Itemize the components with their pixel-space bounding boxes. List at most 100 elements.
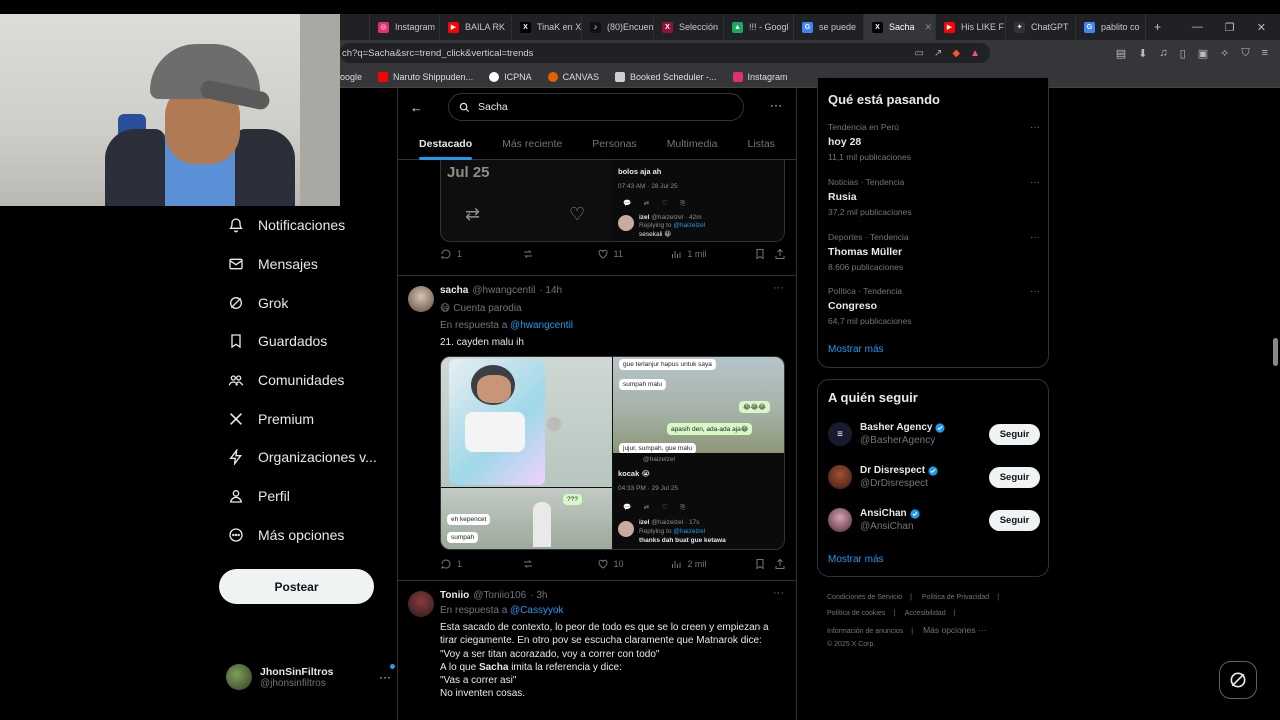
more-icon[interactable]: ··· <box>770 98 782 112</box>
browser-tab-seleccion[interactable]: X Selección <box>654 14 724 40</box>
restore-icon[interactable]: ❐ <box>1225 21 1235 34</box>
sidebar-item-grok[interactable]: Grok <box>218 283 388 322</box>
bookmark-button[interactable] <box>754 558 774 570</box>
bookmark-button[interactable] <box>754 248 774 260</box>
share-icon[interactable]: ↗ <box>934 48 942 59</box>
trend-item[interactable]: Deportes · Tendencia Thomas Müller 8.606… <box>828 232 1040 272</box>
footer-link[interactable]: Accesibilidad <box>905 610 946 617</box>
search-input[interactable] <box>478 101 718 113</box>
account-switcher[interactable]: JhonSinFiltros @jhonsinfiltros ··· <box>226 660 395 694</box>
like-button[interactable]: 10 <box>597 558 671 570</box>
wallet-icon[interactable]: ▣ <box>1198 47 1208 60</box>
close-window-icon[interactable]: ✕ <box>1257 21 1266 34</box>
like-button[interactable]: 11 <box>597 248 671 260</box>
tweet-author-handle[interactable]: @Toniio106 <box>473 590 526 601</box>
more-icon[interactable]: ··· <box>1030 122 1040 133</box>
trend-item[interactable]: Política · Tendencia Congreso 64,7 mil p… <box>828 286 1040 326</box>
more-icon[interactable]: ··· <box>1030 286 1040 297</box>
show-more-follow-link[interactable]: Mostrar más <box>828 554 884 565</box>
screen-icon[interactable]: ▭ <box>915 48 924 59</box>
follow-suggestion[interactable]: Dr Disrespect @DrDisrespect Seguir <box>828 460 1040 494</box>
tweet[interactable]: Toniio @Toniio106 · 3h ··· En respuesta … <box>398 581 796 720</box>
follow-suggestion[interactable]: AnsiChan @AnsiChan Seguir <box>828 503 1040 537</box>
tweet[interactable]: Jul 25 ⇄ ♡ bolos aja ah 07:43 AM · 28 Ju… <box>398 152 796 276</box>
sidebar-item-mas-opciones[interactable]: Más opciones <box>218 516 388 555</box>
grok-floating-button[interactable] <box>1219 661 1257 699</box>
tweet-author-name[interactable]: sacha <box>440 285 468 296</box>
more-icon[interactable]: ··· <box>773 282 784 294</box>
sidebar-item-notificaciones[interactable]: Notificaciones <box>218 206 388 245</box>
brave-rewards-icon[interactable]: ▲ <box>970 48 980 59</box>
more-icon[interactable]: ··· <box>1030 177 1040 188</box>
views-button[interactable]: 2 mil <box>670 558 754 570</box>
browser-tab-google-2[interactable]: Gpablito co <box>1076 14 1146 40</box>
tweet-author-name[interactable]: Toniio <box>440 590 469 601</box>
sidebar-item-guardados[interactable]: Guardados <box>218 322 388 361</box>
vpn-icon[interactable]: ⛉ <box>1241 47 1249 60</box>
show-more-trends-link[interactable]: Mostrar más <box>828 344 884 355</box>
follow-button[interactable]: Seguir <box>989 466 1040 488</box>
reply-to-link[interactable]: @hwangcentil <box>510 320 573 331</box>
sidebar-item-mensajes[interactable]: Mensajes <box>218 245 388 284</box>
tweet-media[interactable]: Jul 25 ⇄ ♡ bolos aja ah 07:43 AM · 28 Ju… <box>440 152 785 242</box>
tweet-media[interactable]: gue terlanjur hapus untuk saya sumpah ma… <box>440 356 785 550</box>
sidebar-item-premium[interactable]: Premium <box>218 399 388 438</box>
footer-link[interactable]: Política de cookies <box>827 610 885 617</box>
tweet[interactable]: sacha @hwangcentil · 14h ··· 😷 Cuenta pa… <box>398 276 796 581</box>
trend-item[interactable]: Tendencia en Perú hoy 28 11,1 mil public… <box>828 122 1040 162</box>
bookmark-booked[interactable]: Booked Scheduler -... <box>614 71 717 82</box>
media-icon[interactable]: ♫ <box>1159 47 1167 60</box>
browser-tab-instagram[interactable]: ◎ Instagram <box>370 14 440 40</box>
browser-tab-sacha[interactable]: X Sacha ✕ <box>864 14 936 40</box>
browser-tab-tiktok[interactable]: ♪ (80)Encuen <box>582 14 654 40</box>
views-button[interactable]: 1 mil <box>670 248 754 260</box>
menu-icon[interactable]: ≡ <box>1262 47 1268 60</box>
url-field[interactable]: ch?q=Sacha&src=trend_click&vertical=tren… <box>340 43 990 63</box>
new-tab-button[interactable]: + <box>1146 14 1169 40</box>
sidebar-item-perfil[interactable]: Perfil <box>218 477 388 516</box>
follow-suggestion[interactable]: ≡ Basher Agency @BasherAgency Seguir <box>828 417 1040 451</box>
browser-tab-youtube-2[interactable]: ▶ His LIKE F <box>936 14 1006 40</box>
bookmark-instagram[interactable]: Instagram <box>732 71 788 82</box>
footer-link[interactable]: Condiciones de Servicio <box>827 594 902 601</box>
sidebar-item-comunidades[interactable]: Comunidades <box>218 361 388 400</box>
browser-tab-youtube[interactable]: ▶ BAILA RK <box>440 14 512 40</box>
browser-tab-chatgpt[interactable]: ✦ ChatGPT <box>1006 14 1076 40</box>
follow-button[interactable]: Seguir <box>989 509 1040 531</box>
tab-personas[interactable]: Personas <box>592 128 636 160</box>
reply-button[interactable]: 1 <box>440 248 522 260</box>
browser-tab-x[interactable]: X TinaK en X <box>512 14 582 40</box>
bookmark-naruto[interactable]: Naruto Shippuden... <box>378 71 473 82</box>
extensions-icon[interactable]: ▤ <box>1116 47 1126 60</box>
bookmark-icpna[interactable]: ICPNA <box>489 71 532 82</box>
reply-to-link[interactable]: @Cassyyok <box>510 605 564 616</box>
share-button[interactable] <box>774 248 786 260</box>
sidebar-item-organizaciones[interactable]: Organizaciones v... <box>218 438 388 477</box>
post-button[interactable]: Postear <box>219 569 374 604</box>
tab-destacado[interactable]: Destacado <box>419 128 473 160</box>
retweet-button[interactable] <box>522 248 597 260</box>
bookmark-google[interactable]: oogle <box>340 72 362 82</box>
footer-link[interactable]: Política de Privacidad <box>922 594 989 601</box>
download-icon[interactable]: ⬇ <box>1138 47 1147 60</box>
share-button[interactable] <box>774 558 786 570</box>
tab-listas[interactable]: Listas <box>748 128 775 160</box>
minimize-icon[interactable]: — <box>1192 21 1203 34</box>
tweet-author-handle[interactable]: @hwangcentil <box>472 285 535 296</box>
more-icon[interactable]: ··· <box>1030 232 1040 243</box>
sidebar-icon[interactable]: ▯ <box>1180 47 1186 60</box>
tab-mas-reciente[interactable]: Más reciente <box>502 128 562 160</box>
bookmark-canvas[interactable]: CANVAS <box>547 71 599 82</box>
footer-link[interactable]: Más opciones ··· <box>923 625 986 635</box>
search-box[interactable] <box>448 93 744 121</box>
browser-tab[interactable] <box>340 14 370 40</box>
scrollbar[interactable] <box>1271 88 1280 720</box>
tweet-time[interactable]: · 14h <box>539 285 562 296</box>
brave-shield-icon[interactable]: ◆ <box>952 48 960 59</box>
retweet-button[interactable] <box>522 558 597 570</box>
tab-multimedia[interactable]: Multimedia <box>667 128 718 160</box>
browser-tab-google[interactable]: Gse puede <box>794 14 864 40</box>
scrollbar-thumb[interactable] <box>1273 338 1278 366</box>
tweet-time[interactable]: · 3h <box>530 590 547 601</box>
more-icon[interactable]: ··· <box>773 587 784 599</box>
